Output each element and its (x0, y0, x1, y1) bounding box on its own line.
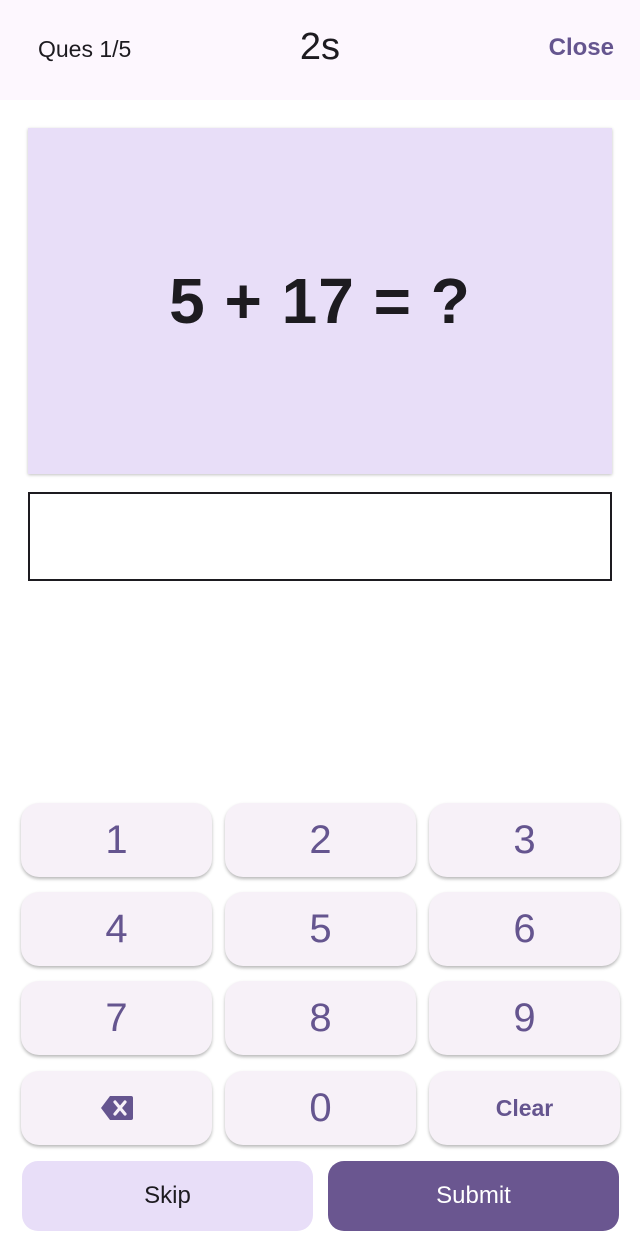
key-5[interactable]: 5 (225, 892, 416, 966)
skip-button[interactable]: Skip (22, 1161, 313, 1231)
backspace-key[interactable] (21, 1071, 212, 1145)
key-0[interactable]: 0 (225, 1071, 416, 1145)
key-7[interactable]: 7 (21, 981, 212, 1055)
clear-key[interactable]: Clear (429, 1071, 620, 1145)
question-text: 5 + 17 = ? (169, 265, 471, 337)
backspace-icon (100, 1096, 133, 1120)
submit-button[interactable]: Submit (328, 1161, 619, 1231)
key-6[interactable]: 6 (429, 892, 620, 966)
key-9[interactable]: 9 (429, 981, 620, 1055)
answer-input[interactable] (28, 492, 612, 581)
key-4[interactable]: 4 (21, 892, 212, 966)
close-button[interactable]: Close (549, 34, 614, 62)
question-card: 5 + 17 = ? (28, 128, 612, 474)
key-1[interactable]: 1 (21, 803, 212, 877)
countdown-timer: 2s (299, 26, 341, 68)
key-2[interactable]: 2 (225, 803, 416, 877)
app-bar: Ques 1/5 2s Close (0, 0, 640, 100)
key-3[interactable]: 3 (429, 803, 620, 877)
key-8[interactable]: 8 (225, 981, 416, 1055)
